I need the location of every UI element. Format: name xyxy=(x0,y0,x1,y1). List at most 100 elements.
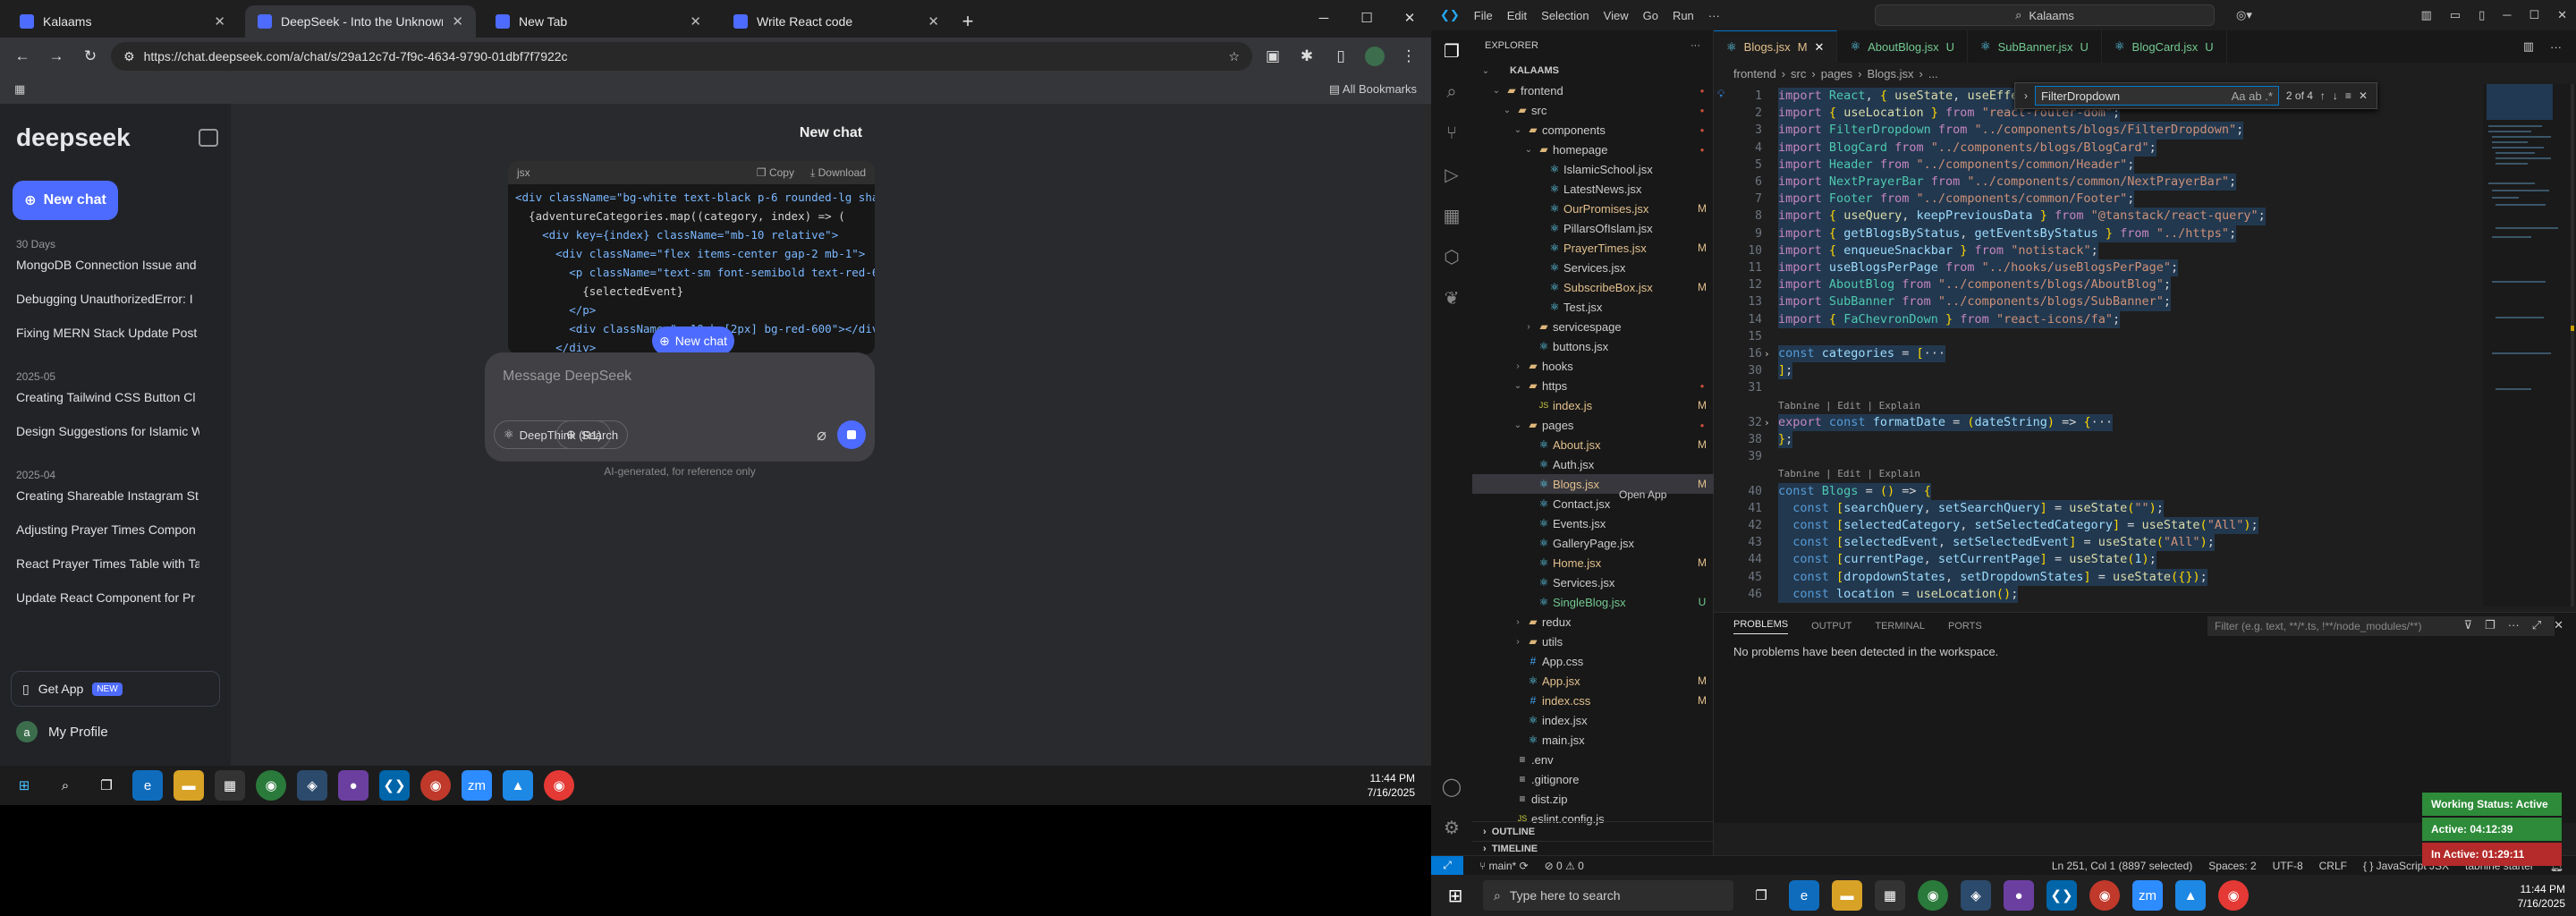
extension-icon[interactable]: ▣ xyxy=(1259,43,1286,70)
browser-tab[interactable]: DeepSeek - Into the Unknown ✕ xyxy=(245,5,476,38)
code-line[interactable]: import { enqueueSnackbar } from "notista… xyxy=(1778,242,2098,259)
code-line[interactable]: const [currentPage, setCurrentPage] = us… xyxy=(1778,551,2157,569)
new-tab-button[interactable]: + xyxy=(952,5,984,38)
file-explorer-icon[interactable]: ▬ xyxy=(1832,880,1862,911)
code-line[interactable]: }; xyxy=(1778,431,1793,449)
code-line[interactable]: import { getBlogsByStatus, getEventsBySt… xyxy=(1778,225,2237,242)
edge-icon[interactable]: e xyxy=(132,770,163,801)
tree-file[interactable]: ⚛ Services.jsx xyxy=(1472,258,1714,277)
line-ending[interactable]: CRLF xyxy=(2319,860,2347,872)
fold-chevron-icon[interactable]: › xyxy=(1764,414,1770,431)
close-window-icon[interactable]: ✕ xyxy=(1388,0,1431,36)
panel-tab[interactable]: PORTS xyxy=(1948,621,1982,632)
chevron-right-icon[interactable]: › xyxy=(2024,89,2028,102)
github-icon[interactable]: ● xyxy=(338,770,369,801)
store-icon[interactable]: ▦ xyxy=(215,770,245,801)
tree-folder[interactable]: ⌄ KALAAMS xyxy=(1472,61,1714,81)
zoom-icon[interactable]: zm xyxy=(2132,880,2163,911)
chrome-app-icon[interactable]: ◉ xyxy=(2218,880,2249,911)
tab-close-icon[interactable]: ✕ xyxy=(214,13,225,30)
code-line[interactable]: ]; xyxy=(1778,362,1793,380)
timeline-section[interactable]: › TIMELINE xyxy=(1472,841,1714,855)
tree-file[interactable]: ⚛ SubscribeBox.jsx M xyxy=(1472,277,1714,297)
message-input-box[interactable]: Message DeepSeek ⚛ DeepThink (R1) ⊕ Search… xyxy=(485,352,875,462)
deepseek-logo[interactable]: deepseek xyxy=(16,123,131,152)
account-icon[interactable]: ◯ xyxy=(1438,773,1465,800)
tree-folder[interactable]: ⌄ ▰ pages ● xyxy=(1472,415,1714,435)
copy-icon[interactable]: ❐ xyxy=(2485,618,2496,632)
browser-tab[interactable]: New Tab ✕ xyxy=(483,5,714,38)
tab-close-icon[interactable]: ✕ xyxy=(928,13,939,30)
attach-icon[interactable]: ⌀ xyxy=(817,426,826,445)
sidebar-new-chat-button[interactable]: ⊕ New chat xyxy=(13,181,118,220)
close-icon[interactable]: ✕ xyxy=(2359,89,2368,102)
browser-tab[interactable]: Write React code ✕ xyxy=(721,5,952,38)
tree-folder[interactable]: › ▰ hooks xyxy=(1472,356,1714,376)
chat-history-item[interactable]: Creating Shareable Instagram St xyxy=(16,488,199,503)
panel-tab[interactable]: TERMINAL xyxy=(1875,621,1925,632)
code-line[interactable]: const categories = [··· xyxy=(1778,345,1946,363)
breadcrumb-item[interactable]: pages xyxy=(1821,67,1852,81)
chrome-menu-icon[interactable]: ⋮ xyxy=(1395,43,1422,70)
task-view-icon[interactable]: ❐ xyxy=(91,770,122,801)
indentation[interactable]: Spaces: 2 xyxy=(2208,860,2256,872)
remote-icon[interactable]: ⬡ xyxy=(1438,243,1465,270)
menu-item[interactable]: Selection xyxy=(1541,9,1589,22)
menu-item[interactable]: Run xyxy=(1673,9,1694,22)
search-icon[interactable]: ⌕ xyxy=(50,770,80,801)
tree-folder[interactable]: ⌄ ▰ homepage ● xyxy=(1472,140,1714,159)
code-lens[interactable]: Tabnine | Edit | Explain xyxy=(1778,468,1920,479)
tree-file[interactable]: ⚛ PillarsOfIslam.jsx xyxy=(1472,218,1714,238)
code-line[interactable]: import Footer from "../components/common… xyxy=(1778,191,2135,208)
bookmark-star-icon[interactable]: ☆ xyxy=(1228,49,1240,64)
tree-file[interactable]: ⚛ Contact.jsx xyxy=(1472,494,1714,513)
code-line[interactable]: const [searchQuery, setSearchQuery] = us… xyxy=(1778,499,2164,517)
panel-tab[interactable]: OUTPUT xyxy=(1811,621,1852,632)
code-line[interactable]: import AboutBlog from "../components/blo… xyxy=(1778,276,2171,294)
tree-file[interactable]: ⚛ Test.jsx xyxy=(1472,297,1714,317)
tree-folder[interactable]: › ▰ redux xyxy=(1472,612,1714,632)
code-line[interactable]: import { FaChevronDown } from "react-ico… xyxy=(1778,310,2121,328)
chrome-icon[interactable]: ◉ xyxy=(1918,880,1948,911)
editor-tab[interactable]: ⚛ Blogs.jsx M ✕ xyxy=(1714,30,1838,63)
tree-file[interactable]: ⚛ OurPromises.jsx M xyxy=(1472,199,1714,218)
menu-item[interactable]: View xyxy=(1604,9,1629,22)
tab-close-icon[interactable]: ✕ xyxy=(690,13,701,30)
zoom-icon[interactable]: zm xyxy=(462,770,492,801)
maximize-panel-icon[interactable]: ⤢ xyxy=(2532,618,2541,632)
code-lens[interactable]: Tabnine | Edit | Explain xyxy=(1778,400,1920,411)
tree-file[interactable]: ⚛ buttons.jsx xyxy=(1472,336,1714,356)
arrow-down-icon[interactable]: ↓ xyxy=(2333,89,2338,102)
close-icon[interactable]: ✕ xyxy=(2554,618,2563,632)
code-line[interactable]: const [selectedCategory, setSelectedCate… xyxy=(1778,517,2258,535)
menu-item[interactable]: Edit xyxy=(1507,9,1527,22)
outline-section[interactable]: › OUTLINE xyxy=(1472,821,1714,841)
tree-file[interactable]: ⚛ About.jsx M xyxy=(1472,435,1714,454)
code-line[interactable]: import useBlogsPerPage from "../hooks/us… xyxy=(1778,259,2179,277)
forward-icon[interactable]: → xyxy=(43,43,70,70)
tree-file[interactable]: ⚛ IslamicSchool.jsx xyxy=(1472,159,1714,179)
leaf-icon[interactable]: ❦ xyxy=(1438,284,1465,311)
edge-icon[interactable]: e xyxy=(1789,880,1819,911)
menu-item[interactable]: Go xyxy=(1643,9,1658,22)
more-icon[interactable]: ··· xyxy=(2550,40,2562,54)
close-icon[interactable]: ✕ xyxy=(1815,40,1825,55)
my-profile[interactable]: a My Profile xyxy=(16,721,108,742)
app-icon[interactable]: ◈ xyxy=(1961,880,1991,911)
search-icon[interactable]: ⌕ xyxy=(1438,79,1465,106)
tree-file[interactable]: ⚛ LatestNews.jsx xyxy=(1472,179,1714,199)
settings-gear-icon[interactable]: ⚙ xyxy=(1438,814,1465,841)
copilot-icon[interactable]: ◎▾ xyxy=(2236,8,2252,22)
task-view-icon[interactable]: ❐ xyxy=(1746,880,1776,911)
tree-file[interactable]: ⚛ Blogs.jsx M xyxy=(1472,474,1714,494)
chat-history-item[interactable]: Design Suggestions for Islamic W xyxy=(16,424,199,438)
split-editor-icon[interactable]: ▥ xyxy=(2523,39,2534,54)
arrow-up-icon[interactable]: ↑ xyxy=(2320,89,2326,102)
extensions-puzzle-icon[interactable]: ✱ xyxy=(1293,43,1320,70)
code-line[interactable]: const [dropdownStates, setDropdownStates… xyxy=(1778,568,2207,586)
problems-status[interactable]: ⊘ 0 ⚠ 0 xyxy=(1545,860,1584,872)
taskbar-clock[interactable]: 11:44 PM 7/16/2025 xyxy=(2518,882,2565,911)
app-icon[interactable]: ◈ xyxy=(297,770,327,801)
minimize-icon[interactable]: ─ xyxy=(1302,0,1345,36)
source-control-icon[interactable]: ⑂ xyxy=(1438,120,1465,147)
